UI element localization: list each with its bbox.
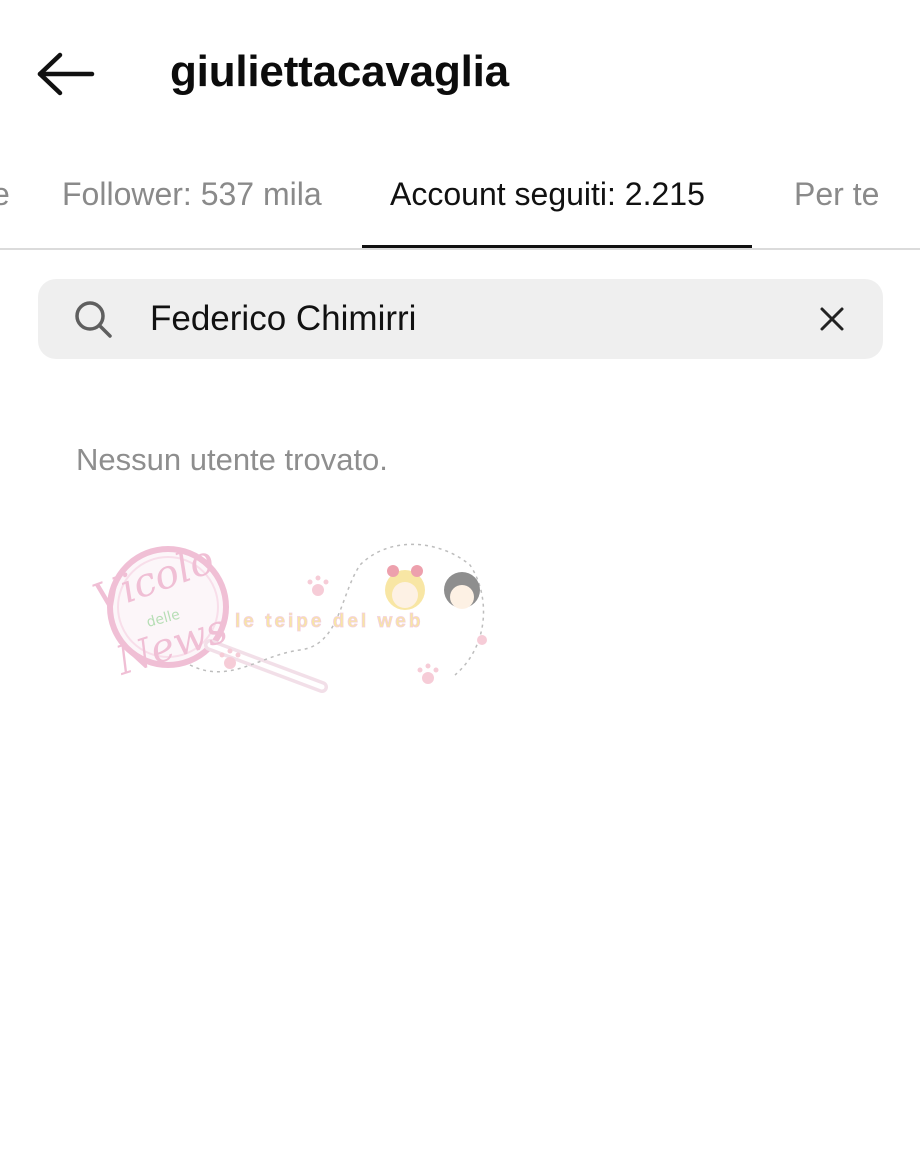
back-button[interactable] <box>30 44 100 104</box>
no-results-message: Nessun utente trovato. <box>76 442 388 477</box>
clear-search-button[interactable] <box>813 300 851 338</box>
top-bar: giuliettacavaglia <box>0 0 920 145</box>
tab-partial-left[interactable]: e <box>0 172 10 216</box>
close-icon <box>820 307 844 331</box>
arrow-left-icon <box>37 52 95 96</box>
search-icon <box>72 298 114 340</box>
tab-following[interactable]: Account seguiti: 2.215 <box>390 172 705 216</box>
svg-text:le teipe del web: le teipe del web <box>235 611 423 632</box>
search-input[interactable] <box>150 294 750 344</box>
tab-for-you[interactable]: Per te <box>794 172 879 216</box>
follow-tabs: e Follower: 537 mila Account seguiti: 2.… <box>0 150 920 250</box>
active-tab-indicator <box>362 245 752 248</box>
tab-followers[interactable]: Follower: 537 mila <box>62 172 322 216</box>
profile-username: giuliettacavaglia <box>170 47 509 96</box>
watermark-logo: Vicolo delle News le teipe del web <box>60 535 510 705</box>
